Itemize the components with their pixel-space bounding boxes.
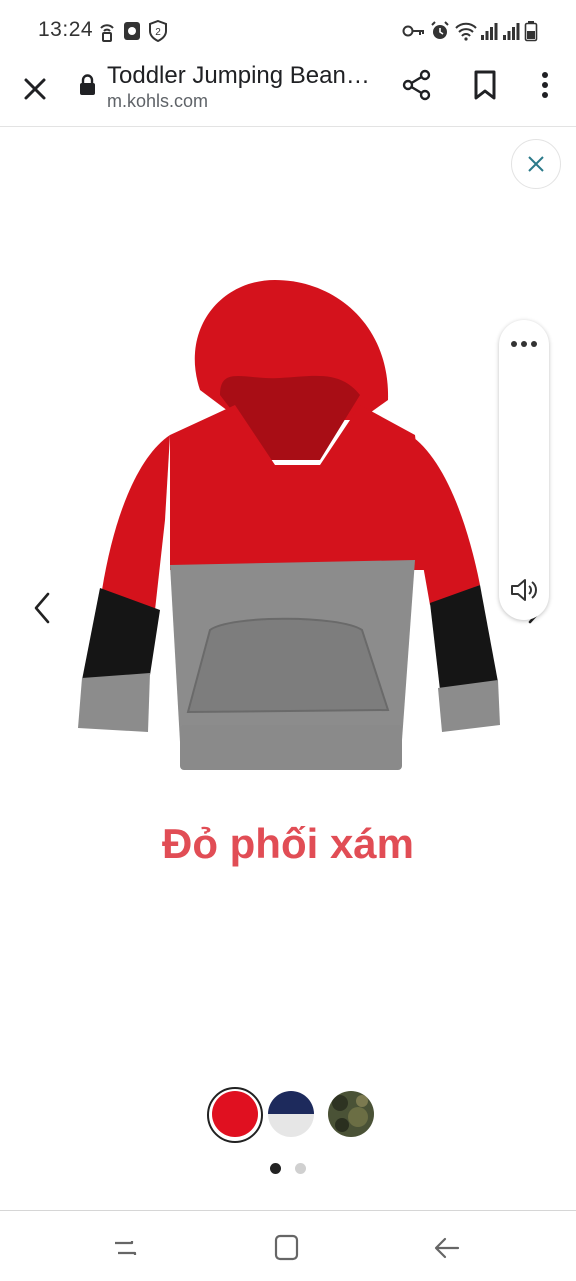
alarm-icon <box>431 21 449 39</box>
wifi-icon <box>455 22 477 41</box>
pager-dot[interactable] <box>295 1163 306 1174</box>
product-image[interactable] <box>70 270 510 780</box>
home-icon[interactable] <box>272 1233 302 1263</box>
swatch-camo[interactable] <box>328 1091 374 1137</box>
back-icon[interactable] <box>432 1233 462 1263</box>
signal-icon <box>481 23 498 40</box>
pager-dot-active[interactable] <box>270 1163 281 1174</box>
status-bar: 13:24 2 <box>0 0 576 60</box>
page-url[interactable]: m.kohls.com <box>107 91 208 112</box>
chevron-left-icon[interactable] <box>28 588 58 628</box>
close-icon[interactable] <box>18 72 52 106</box>
close-icon <box>528 156 544 172</box>
speaker-icon[interactable] <box>508 574 540 606</box>
page-title[interactable]: Toddler Jumping Bean… <box>107 62 370 90</box>
hotspot-icon <box>100 24 114 42</box>
swatch-navy-white[interactable] <box>268 1091 314 1137</box>
battery-icon <box>524 21 538 42</box>
floating-side-panel[interactable] <box>499 320 549 620</box>
browser-toolbar: Toddler Jumping Bean… m.kohls.com <box>0 60 576 127</box>
product-caption: Đỏ phối xám <box>161 820 415 867</box>
lock-icon <box>80 74 95 95</box>
svg-text:2: 2 <box>155 27 161 38</box>
badge-2-icon: 2 <box>149 20 167 42</box>
share-icon[interactable] <box>400 68 434 102</box>
app-notification-icon <box>124 22 140 40</box>
close-gallery-button[interactable] <box>511 139 561 189</box>
bookmark-icon[interactable] <box>468 68 502 102</box>
key-icon <box>402 25 424 37</box>
camo-pattern <box>332 1095 368 1132</box>
system-nav-bar <box>0 1210 576 1281</box>
signal-icon <box>503 23 520 40</box>
more-vert-icon[interactable] <box>528 68 562 102</box>
status-time: 13:24 <box>38 18 94 41</box>
recent-apps-icon[interactable] <box>110 1233 140 1263</box>
swatch-red[interactable] <box>212 1091 258 1137</box>
more-horizontal-icon[interactable] <box>509 338 539 350</box>
